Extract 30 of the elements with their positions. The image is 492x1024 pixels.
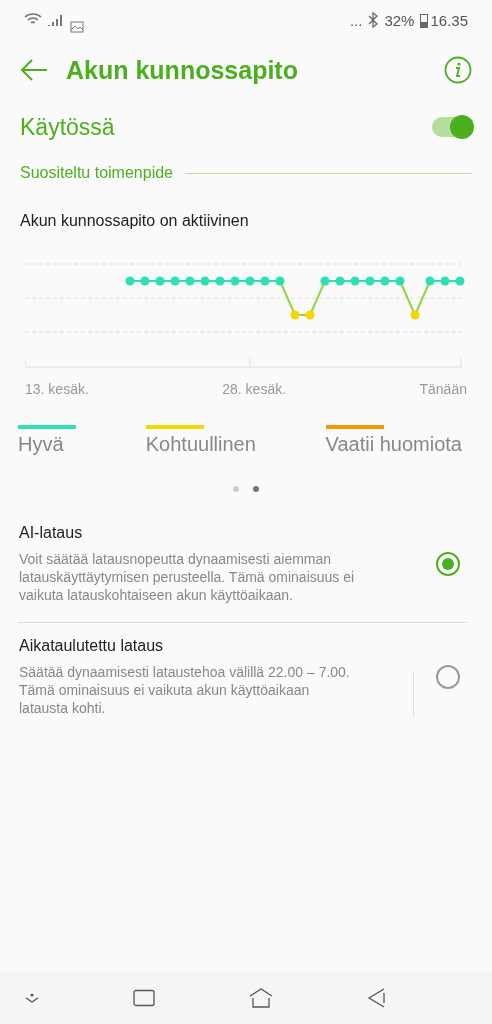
toggle-switch[interactable] xyxy=(432,117,472,137)
page-title: Akun kunnossapito xyxy=(66,55,299,85)
option-description: Voit säätää latausnopeutta dynaamisesti aiemman latauskäyttäytymisen perusteella. Tämä ominaisuus ei vaikuta latauskohtaiseen akun käyttöaikaan. xyxy=(19,550,356,604)
bluetooth-icon xyxy=(368,12,379,28)
axis-label: 28. kesäk. xyxy=(222,381,287,397)
option-description: Säätää dynaamisesti lataustehoa välillä 22.00 – 7.00. Tämä ominaisuus ei vaikuta akun käyttöaikaan latausta kohti. xyxy=(19,663,351,717)
axis-label: Tänään xyxy=(419,381,467,397)
axis-label: 13. kesäk. xyxy=(25,381,89,397)
notification-pull-icon[interactable] xyxy=(25,992,39,1004)
home-icon[interactable] xyxy=(249,988,273,1008)
back-button[interactable] xyxy=(20,58,48,82)
legend-label: Kohtuullinen xyxy=(145,433,256,456)
more-indicator: ... xyxy=(349,11,363,29)
recent-apps-icon[interactable] xyxy=(133,989,155,1007)
section-heading: Suositeltu toimenpide xyxy=(20,164,173,182)
battery-icon xyxy=(420,12,429,28)
radio-button[interactable] xyxy=(436,552,460,576)
legend-label: Vaatii huomiota xyxy=(325,433,462,456)
chart-title: Akun kunnossapito on aktiivinen xyxy=(19,211,250,231)
info-button[interactable] xyxy=(444,56,472,84)
toggle-label: Käytössä xyxy=(20,113,116,141)
back-nav-icon[interactable] xyxy=(367,988,387,1008)
battery-percent: 32% xyxy=(384,11,415,29)
legend-label: Hyvä xyxy=(18,433,65,456)
signal-icon xyxy=(48,13,64,27)
radio-button[interactable] xyxy=(436,665,460,689)
clock-time: 16.35 xyxy=(430,11,468,29)
option-title: AI-lataus xyxy=(19,524,84,542)
option-title: Aikataulutettu lataus xyxy=(19,637,165,655)
image-icon xyxy=(70,21,84,33)
